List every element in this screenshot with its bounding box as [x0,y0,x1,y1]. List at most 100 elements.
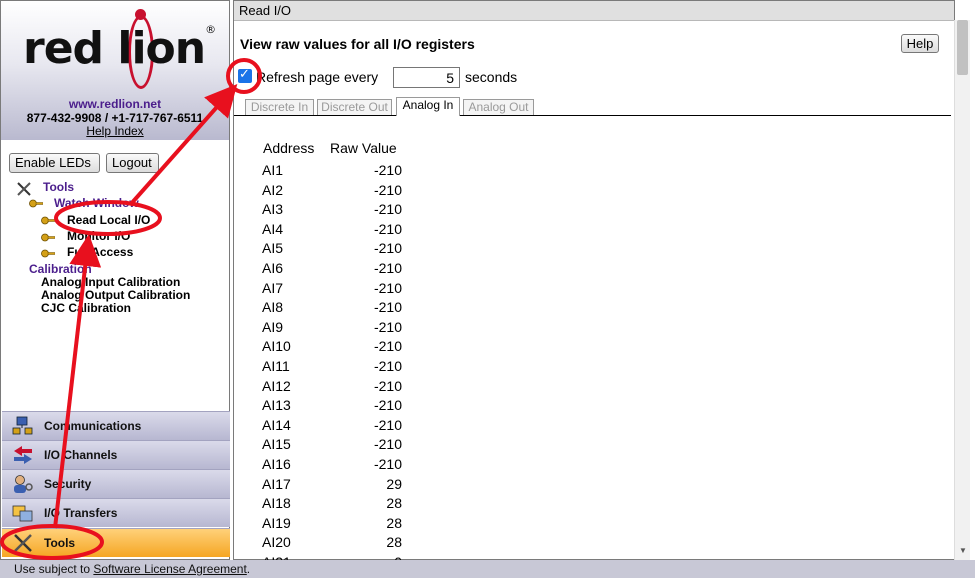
register-raw-value: -210 [373,299,402,316]
license-agreement-link[interactable]: Software License Agreement [93,562,246,576]
menu-io-transfers[interactable]: I/O Transfers [2,498,230,527]
register-raw-value: -210 [373,279,402,296]
tab-discrete-out[interactable]: Discrete Out [317,99,392,115]
table-row: AI18 28 [234,495,434,515]
register-address: AI3 [262,201,284,218]
tree-item-analog-input-calibration[interactable]: Analog Input Calibration [41,275,180,289]
menu-communications[interactable]: Communications [2,411,230,440]
tab-analog-in[interactable]: Analog In [396,97,460,116]
table-row: AI2 -210 [234,182,434,202]
register-raw-value: 28 [386,495,402,512]
tools-icon [17,182,31,196]
logout-button[interactable]: Logout [106,153,159,173]
table-row: AI5 -210 [234,240,434,260]
table-row: AI6 -210 [234,260,434,280]
key-icon [41,233,55,242]
register-raw-value: -210 [373,318,402,335]
tree-item-calibration[interactable]: Calibration [29,262,92,276]
red-lion-logo: red lion® [23,23,216,74]
register-raw-value: -210 [373,220,402,237]
tree-item-analog-output-calibration[interactable]: Analog Output Calibration [41,288,190,302]
register-address: AI10 [262,338,291,355]
refresh-interval-input[interactable] [393,67,460,88]
register-raw-value: -210 [373,377,402,394]
table-row: AI19 28 [234,515,434,535]
register-address: AI7 [262,279,284,296]
table-row: AI14 -210 [234,417,434,437]
register-raw-value: 29 [386,475,402,492]
table-row: AI12 -210 [234,378,434,398]
table-row: AI17 29 [234,476,434,496]
left-panel: red lion® www.redlion.net 877-432-9908 /… [0,0,230,560]
register-address: AI15 [262,436,291,453]
vertical-scrollbar[interactable]: ▼ [954,20,970,560]
table-row: AI3 -210 [234,201,434,221]
tree-item-read-local-io[interactable]: Read Local I/O [67,213,150,227]
table-row: AI7 -210 [234,280,434,300]
security-icon [14,475,33,493]
tab-analog-out[interactable]: Analog Out [463,99,534,115]
register-raw-value: -210 [373,181,402,198]
tree-item-full-access[interactable]: Full Access [67,245,133,259]
register-address: AI20 [262,534,291,551]
menu-label: Tools [44,536,76,550]
register-address: AI9 [262,318,284,335]
column-header-address: Address [263,140,315,156]
help-button[interactable]: Help [901,34,939,53]
menu-security[interactable]: Security [2,469,230,498]
key-icon [41,216,55,225]
key-icon [41,249,55,258]
menu-label: I/O Channels [44,448,118,462]
table-row: AI13 -210 [234,397,434,417]
tab-discrete-in[interactable]: Discrete In [245,99,314,115]
register-address: AI2 [262,181,284,198]
tree-item-tools[interactable]: Tools [43,180,74,194]
tree-item-watch-window[interactable]: Watch Window [54,196,139,210]
table-row: AI16 -210 [234,456,434,476]
menu-tools[interactable]: Tools [2,528,230,557]
register-address: AI17 [262,475,291,492]
tree-item-monitor-io[interactable]: Monitor I/O [67,229,130,243]
logo-area: red lion® www.redlion.net 877-432-9908 /… [1,1,229,140]
register-raw-value: -210 [373,240,402,257]
register-raw-value: -210 [373,338,402,355]
register-table: Address Raw Value AI1 -210 AI2 -210 AI3 -210 A… [234,115,951,560]
table-row: AI8 -210 [234,299,434,319]
column-header-raw-value: Raw Value [330,140,397,156]
register-address: AI1 [262,162,284,178]
menu-label: Security [44,477,92,491]
register-address: AI5 [262,240,284,257]
refresh-label: Refresh page every [256,69,379,85]
register-raw-value: -210 [373,397,402,414]
phone-numbers: 877-432-9908 / +1-717-767-6511 [26,111,204,125]
table-row: AI11 -210 [234,358,434,378]
main-panel: Read I/O View raw values for all I/O reg… [233,0,955,560]
register-raw-value: -210 [373,456,402,472]
table-row: AI1 -210 [234,162,434,182]
table-row: AI15 -210 [234,436,434,456]
register-address: AI4 [262,220,284,237]
key-icon [29,199,43,208]
table-row: AI9 -210 [234,319,434,339]
website-link[interactable]: www.redlion.net [1,97,229,111]
help-index-link[interactable]: Help Index [1,124,229,138]
tree-item-cjc-calibration[interactable]: CJC Calibration [41,301,131,315]
menu-io-channels[interactable]: I/O Channels [2,440,230,469]
register-address: AI6 [262,260,284,276]
refresh-checkbox[interactable] [238,66,252,83]
register-raw-value: 28 [386,514,402,531]
register-address: AI14 [262,416,291,433]
register-address: AI13 [262,397,291,414]
table-row: AI4 -210 [234,221,434,241]
io-transfers-icon [12,505,33,522]
register-address: AI12 [262,377,291,394]
page-heading: View raw values for all I/O registers [240,36,475,52]
table-row: AI20 28 [234,534,434,554]
scroll-down-arrow[interactable]: ▼ [959,546,967,555]
enable-leds-button[interactable]: Enable LEDs [9,153,100,173]
communications-icon [12,416,33,435]
register-address: AI8 [262,299,284,316]
scrollbar-thumb[interactable] [957,20,968,75]
footer: Use subject to Software License Agreemen… [0,560,975,578]
register-address: AI11 [262,358,290,374]
